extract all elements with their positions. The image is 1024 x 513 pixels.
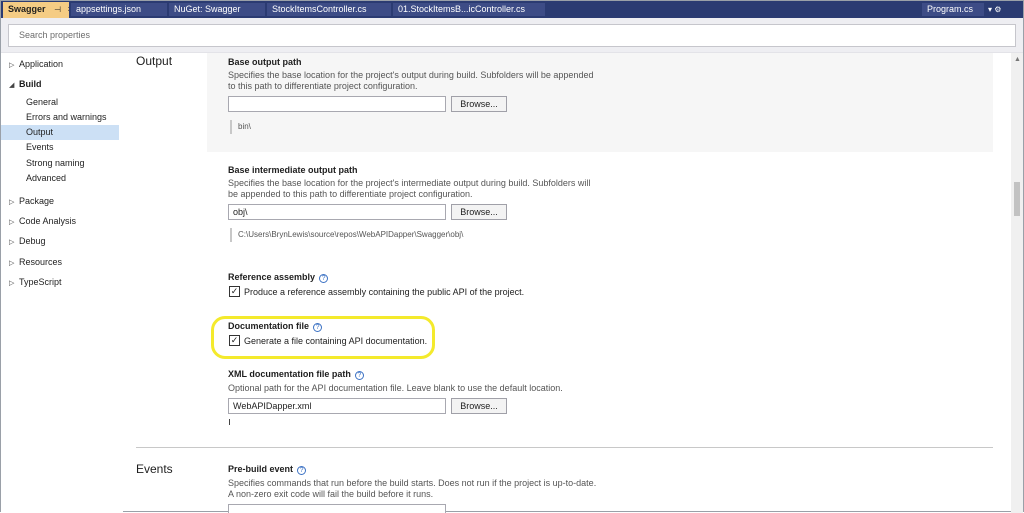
base-intermediate-path-label: Base intermediate output path <box>228 165 358 175</box>
base-output-path-evaluated: bin\ <box>230 120 251 134</box>
tab-stockitems-basic-label: 01.StockItemsB...icController.cs <box>398 4 526 14</box>
base-output-path-panel: Base output path Specifies the base loca… <box>207 53 993 152</box>
project-properties-window: Swagger ⊣ × appsettings.json NuGet: Swag… <box>0 0 1024 513</box>
section-title-output: Output <box>136 54 173 68</box>
sidebar-item-label: Resources <box>19 257 63 267</box>
sidebar-item-advanced[interactable]: Advanced <box>1 171 119 186</box>
sidebar-item-label: Package <box>19 196 55 206</box>
sidebar-item-label: TypeScript <box>19 277 62 287</box>
reference-assembly-checkbox-label: Produce a reference assembly containing … <box>244 287 525 297</box>
section-divider <box>136 447 993 448</box>
base-intermediate-path-desc-2: be appended to this path to differentiat… <box>228 189 473 199</box>
reference-assembly-checkbox[interactable]: ✓ <box>229 286 240 297</box>
base-intermediate-path-evaluated: C:\Users\BrynLewis\source\repos\WebAPIDa… <box>230 228 463 242</box>
properties-content: Output Base output path Specifies the ba… <box>123 53 1011 513</box>
sidebar-item-label: Debug <box>19 236 46 246</box>
vertical-scrollbar[interactable]: ▲ <box>1011 53 1023 513</box>
xml-doc-path-input[interactable]: WebAPIDapper.xml <box>228 398 446 414</box>
search-input[interactable]: Search properties <box>8 24 1016 47</box>
tab-swagger-label: Swagger <box>8 4 46 14</box>
tab-program-cs[interactable]: Program.cs <box>922 3 984 16</box>
sidebar-item-general[interactable]: General <box>1 95 119 110</box>
base-intermediate-path-desc-1: Specifies the base location for the proj… <box>228 178 591 188</box>
expand-icon[interactable]: ▷ <box>9 235 19 250</box>
pre-build-event-desc-2: A non-zero exit code will fail the build… <box>228 489 434 499</box>
search-bar: Search properties <box>1 18 1023 53</box>
evaluated-value-marker <box>229 419 230 425</box>
sidebar-item-application[interactable]: ▷ Application <box>1 57 119 72</box>
tab-overflow-controls[interactable]: ▾ ⚙ <box>988 3 1020 16</box>
scrollbar-thumb[interactable] <box>1014 182 1020 216</box>
help-icon[interactable]: ? <box>319 274 329 283</box>
section-title-events: Events <box>136 462 173 476</box>
tab-nuget-label: NuGet: Swagger <box>174 4 241 14</box>
document-tab-strip: Swagger ⊣ × appsettings.json NuGet: Swag… <box>1 1 1023 18</box>
sidebar-item-build[interactable]: ◢ Build <box>1 77 119 92</box>
sidebar: ▷ Application ◢ Build General Errors and w… <box>1 53 123 513</box>
xml-doc-path-label: XML documentation file path? <box>228 369 364 380</box>
documentation-file-checkbox[interactable]: ✓ <box>229 335 240 346</box>
base-intermediate-path-browse-button[interactable]: Browse... <box>451 204 507 220</box>
tab-stockitems-controller[interactable]: StockItemsController.cs <box>267 3 391 16</box>
base-output-path-label: Base output path <box>228 57 302 67</box>
pre-build-event-label: Pre-build event? <box>228 464 307 475</box>
base-output-path-desc-2: to this path to differentiate project co… <box>228 81 418 91</box>
expand-icon[interactable]: ▷ <box>9 215 19 230</box>
base-output-path-browse-button[interactable]: Browse... <box>451 96 507 112</box>
help-icon[interactable]: ? <box>313 323 323 332</box>
pre-build-event-desc-1: Specifies commands that run before the b… <box>228 478 597 488</box>
reference-assembly-label-text: Reference assembly <box>228 272 316 282</box>
documentation-file-label: Documentation file? <box>228 321 323 332</box>
collapse-icon[interactable]: ◢ <box>9 78 19 93</box>
xml-doc-path-browse-button[interactable]: Browse... <box>451 398 507 414</box>
base-intermediate-path-input[interactable]: obj\ <box>228 204 446 220</box>
sidebar-item-typescript[interactable]: ▷ TypeScript <box>1 275 119 290</box>
tab-appsettings[interactable]: appsettings.json <box>71 3 167 16</box>
tab-nuget-swagger[interactable]: NuGet: Swagger <box>169 3 265 16</box>
sidebar-item-label: Build <box>19 79 42 89</box>
sidebar-item-errors-and-warnings[interactable]: Errors and warnings <box>1 110 119 125</box>
help-icon[interactable]: ? <box>354 371 364 380</box>
pre-build-event-label-text: Pre-build event <box>228 464 294 474</box>
tab-appsettings-label: appsettings.json <box>76 4 142 14</box>
sidebar-item-label: Code Analysis <box>19 216 77 226</box>
xml-doc-path-label-text: XML documentation file path <box>228 369 351 379</box>
expand-icon[interactable]: ▷ <box>9 256 19 271</box>
base-output-path-input[interactable] <box>228 96 446 112</box>
tab-stockitems-basic-controller[interactable]: 01.StockItemsB...icController.cs <box>393 3 545 16</box>
tab-stockitems-label: StockItemsController.cs <box>272 4 367 14</box>
expand-icon[interactable]: ▷ <box>9 276 19 291</box>
xml-doc-path-desc: Optional path for the API documentation … <box>228 383 563 393</box>
reference-assembly-label: Reference assembly? <box>228 272 329 283</box>
sidebar-item-output[interactable]: Output <box>1 125 119 140</box>
expand-icon[interactable]: ▷ <box>9 58 19 73</box>
scroll-up-arrow-icon[interactable]: ▲ <box>1014 56 1021 63</box>
tab-program-label: Program.cs <box>927 4 974 14</box>
sidebar-item-package[interactable]: ▷ Package <box>1 194 119 209</box>
sidebar-item-label: Application <box>19 59 64 69</box>
close-icon[interactable]: × <box>68 4 69 14</box>
help-icon[interactable]: ? <box>297 466 307 475</box>
pin-icon[interactable]: ⊣ <box>54 5 61 14</box>
sidebar-item-code-analysis[interactable]: ▷ Code Analysis <box>1 214 119 229</box>
tab-swagger[interactable]: Swagger ⊣ × <box>3 2 69 18</box>
sidebar-item-strong-naming[interactable]: Strong naming <box>1 156 119 171</box>
documentation-file-label-text: Documentation file <box>228 321 310 331</box>
documentation-file-checkbox-label: Generate a file containing API documenta… <box>244 336 428 346</box>
expand-icon[interactable]: ▷ <box>9 195 19 210</box>
sidebar-item-resources[interactable]: ▷ Resources <box>1 255 119 270</box>
sidebar-item-debug[interactable]: ▷ Debug <box>1 234 119 249</box>
sidebar-item-events[interactable]: Events <box>1 140 119 155</box>
base-output-path-desc-1: Specifies the base location for the proj… <box>228 70 594 80</box>
